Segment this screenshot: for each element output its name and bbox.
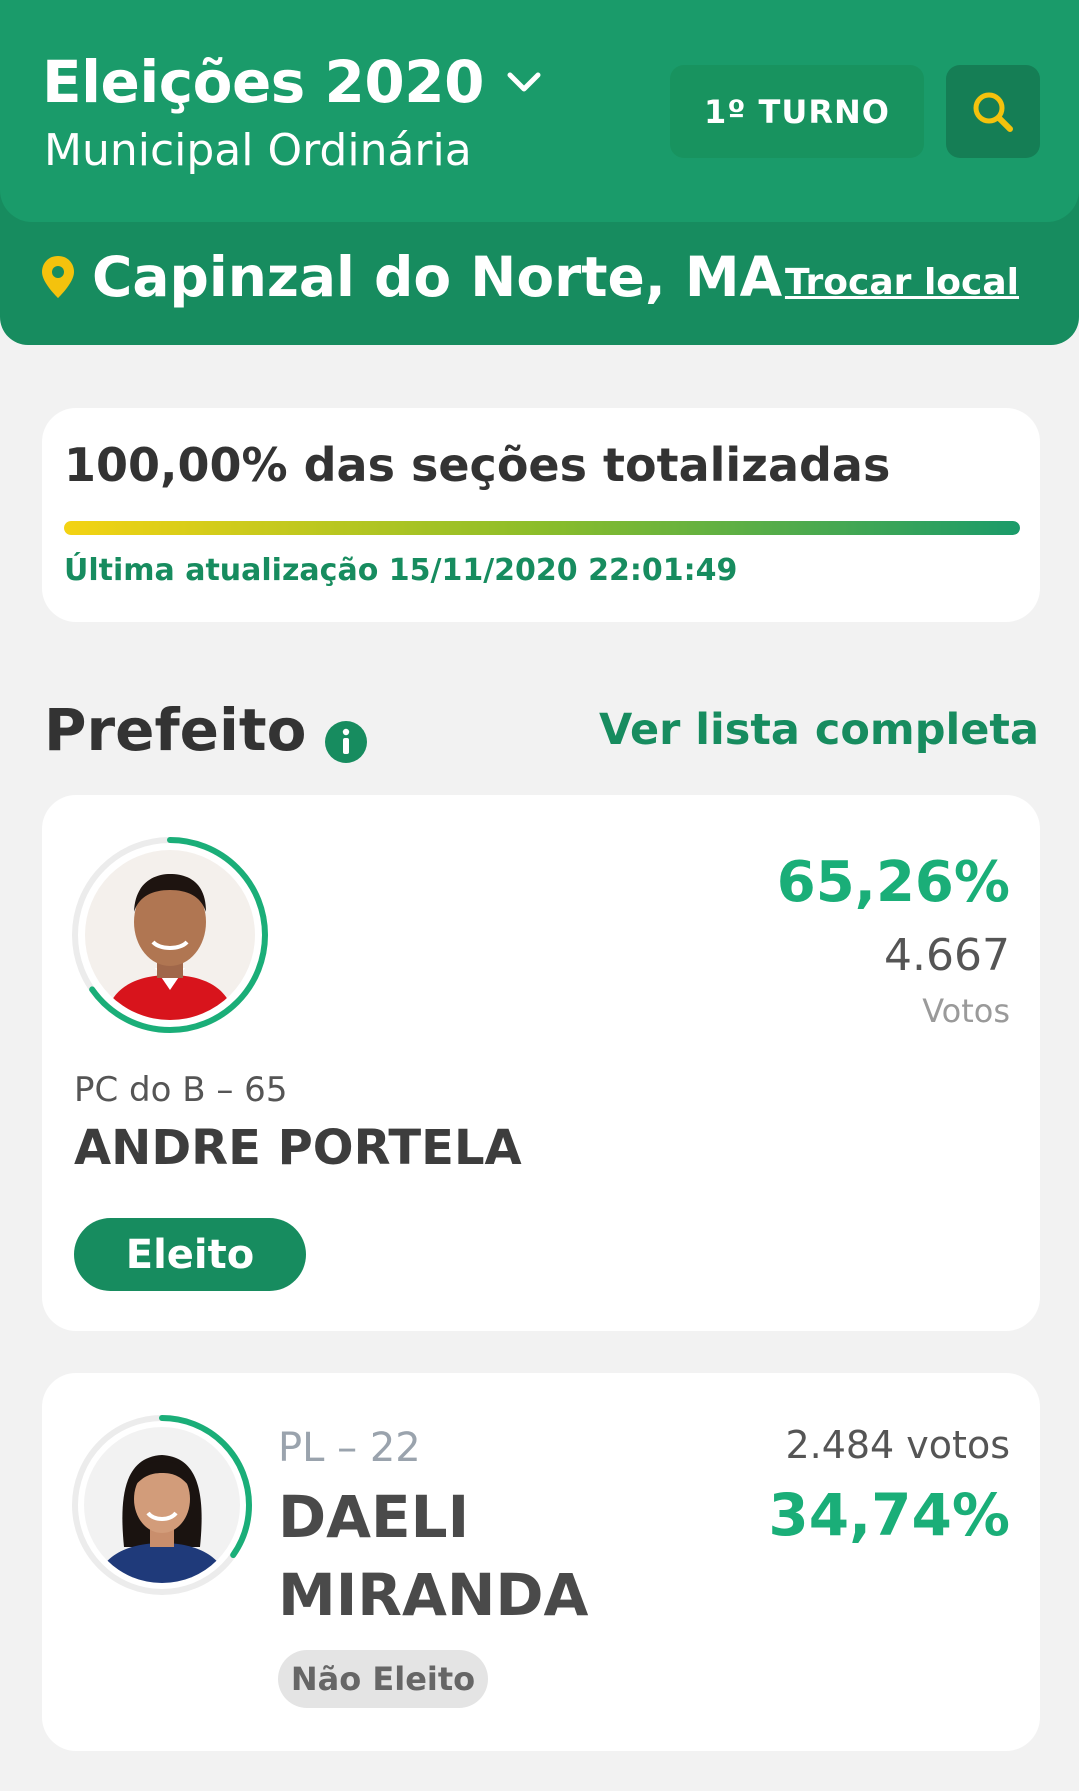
candidate-name: DAELI MIRANDA [278, 1483, 589, 1629]
candidate-avatar [70, 1413, 254, 1597]
candidate-party: PC do B – 65 [74, 1070, 288, 1110]
totalization-progress-bar [64, 521, 1020, 535]
change-location-link[interactable]: Trocar local [785, 262, 1019, 303]
see-full-list-link[interactable]: Ver lista completa [599, 705, 1039, 755]
candidate-avatar [70, 835, 270, 1035]
candidate-party: PL – 22 [278, 1425, 421, 1471]
totalization-card: 100,00% das seções totalizadas Última at… [42, 408, 1040, 622]
turno-button[interactable]: 1º TURNO [670, 65, 924, 158]
votes-label: Votos [922, 992, 1010, 1030]
election-selector[interactable]: Eleições 2020 [42, 48, 544, 116]
location-name: Capinzal do Norte, MA [92, 245, 783, 309]
totalization-title: 100,00% das seções totalizadas [64, 438, 891, 492]
location-row: Capinzal do Norte, MA [40, 245, 782, 309]
info-icon[interactable] [324, 720, 368, 764]
candidate-name: ANDRE PORTELA [74, 1120, 522, 1176]
election-subtitle: Municipal Ordinária [44, 125, 472, 176]
candidate-votes: 2.484 votos [785, 1423, 1010, 1467]
chevron-down-icon[interactable] [504, 62, 544, 102]
candidate-photo [85, 850, 255, 1020]
map-pin-icon [42, 256, 74, 298]
status-badge-elected: Eleito [74, 1218, 306, 1291]
election-header: Eleições 2020 Municipal Ordinária 1º TUR… [0, 0, 1079, 222]
search-icon [973, 92, 1013, 132]
last-update-text: Última atualização 15/11/2020 22:01:49 [64, 553, 738, 588]
status-badge-not-elected: Não Eleito [278, 1650, 488, 1708]
section-title: Prefeito [44, 696, 307, 764]
candidate-card[interactable]: PL – 22 DAELI MIRANDA 2.484 votos 34,74%… [42, 1373, 1040, 1751]
election-title[interactable]: Eleições 2020 [42, 48, 484, 116]
candidate-card[interactable]: 65,26% 4.667 Votos PC do B – 65 ANDRE PO… [42, 795, 1040, 1331]
candidate-percent: 34,74% [768, 1481, 1010, 1549]
candidate-percent: 65,26% [776, 850, 1010, 915]
candidate-photo [84, 1427, 240, 1583]
search-button[interactable] [946, 65, 1040, 158]
progress-fill [64, 521, 1020, 535]
candidate-votes: 4.667 [884, 930, 1010, 981]
location-header: Eleições 2020 Municipal Ordinária 1º TUR… [0, 0, 1079, 345]
